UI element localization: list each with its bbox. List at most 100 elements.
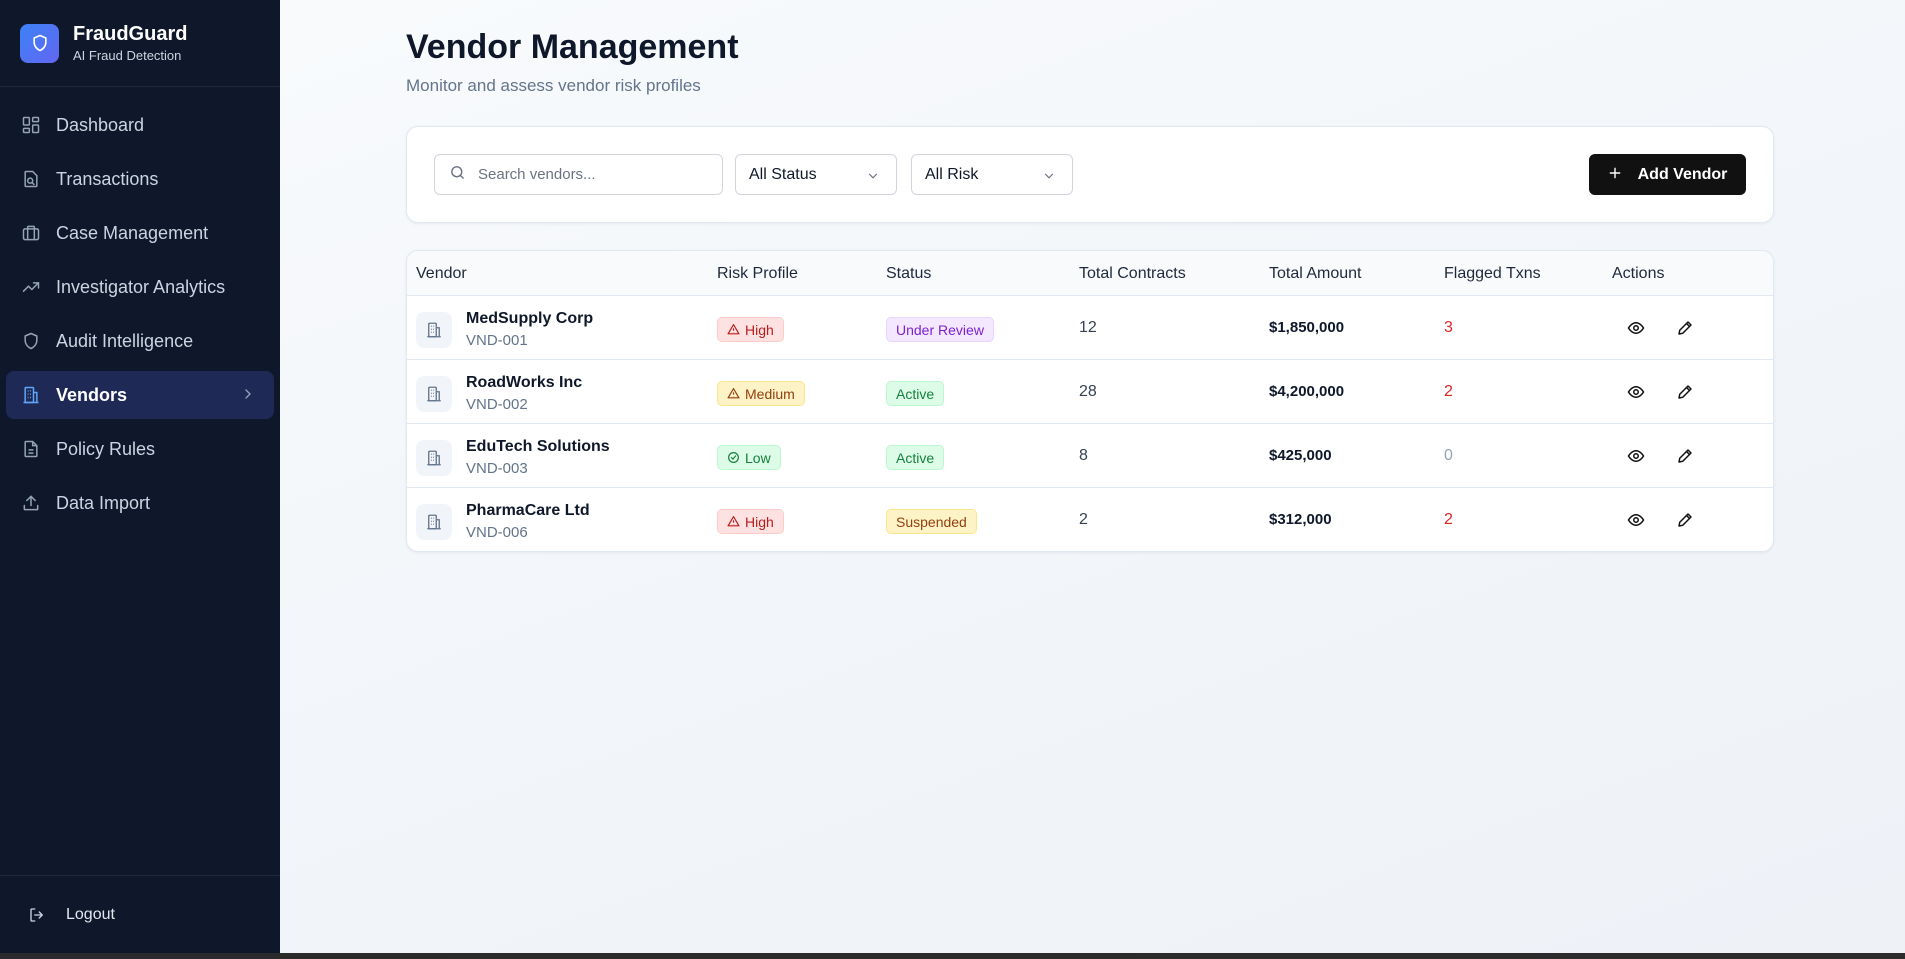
sidebar-item-case-management[interactable]: Case Management xyxy=(6,209,274,257)
edit-pencil-icon[interactable] xyxy=(1675,318,1695,338)
column-header-status[interactable]: Status xyxy=(886,265,931,283)
page-title: Vendor Management xyxy=(406,28,739,66)
building-icon xyxy=(416,503,452,540)
sidebar-item-label: Case Management xyxy=(56,222,209,243)
building-icon xyxy=(416,439,452,476)
total-amount: $425,000 xyxy=(1269,447,1332,464)
total-amount: $4,200,000 xyxy=(1269,383,1345,400)
plus-icon xyxy=(1608,163,1622,186)
sidebar-item-label: Data Import xyxy=(56,492,151,513)
risk-label: High xyxy=(745,513,774,530)
chevron-right-icon xyxy=(240,386,256,407)
risk-label: Low xyxy=(745,449,771,466)
column-header-total-amount[interactable]: Total Amount xyxy=(1269,265,1362,283)
upload-icon xyxy=(20,492,42,514)
shield-logo-icon xyxy=(20,23,59,63)
total-contracts: 12 xyxy=(1079,319,1097,336)
total-contracts: 2 xyxy=(1079,511,1088,528)
search-input[interactable] xyxy=(478,166,708,183)
briefcase-icon xyxy=(20,222,42,244)
edit-pencil-icon[interactable] xyxy=(1675,510,1695,530)
sidebar-item-dashboard[interactable]: Dashboard xyxy=(6,101,274,149)
view-eye-icon[interactable] xyxy=(1626,510,1646,530)
sidebar-item-transactions[interactable]: Transactions xyxy=(6,155,274,203)
table-row[interactable]: EduTech Solutions VND-003 Low Active 8 $… xyxy=(407,424,1773,488)
vendor-name: MedSupply Corp xyxy=(466,310,594,327)
status-filter-value: All Status xyxy=(749,165,817,183)
total-contracts: 28 xyxy=(1079,383,1097,400)
view-eye-icon[interactable] xyxy=(1626,382,1646,402)
sidebar-item-audit-intelligence[interactable]: Audit Intelligence xyxy=(6,317,274,365)
view-eye-icon[interactable] xyxy=(1626,318,1646,338)
main-content: Vendor Management Monitor and assess ven… xyxy=(280,0,1905,953)
sidebar-item-investigator-analytics[interactable]: Investigator Analytics xyxy=(6,263,274,311)
table-header: Vendor Risk Profile Status Total Contrac… xyxy=(407,251,1773,296)
column-header-vendor[interactable]: Vendor xyxy=(416,265,467,283)
vendor-cell: MedSupply Corp VND-001 xyxy=(416,310,593,349)
trending-up-icon xyxy=(20,276,42,298)
app-tagline: AI Fraud Detection xyxy=(73,48,182,63)
total-amount: $1,850,000 xyxy=(1269,319,1345,336)
vendor-id: VND-003 xyxy=(466,460,528,477)
sidebar-item-label: Vendors xyxy=(56,384,128,405)
vendor-cell: EduTech Solutions VND-003 xyxy=(416,438,610,477)
logout-button[interactable]: Logout xyxy=(0,875,280,953)
risk-filter-value: All Risk xyxy=(925,165,979,183)
search-box xyxy=(434,154,723,195)
page-subtitle: Monitor and assess vendor risk profiles xyxy=(406,76,701,95)
add-vendor-button[interactable]: Add Vendor xyxy=(1589,154,1746,195)
sidebar-item-label: Dashboard xyxy=(56,114,145,135)
column-header-actions: Actions xyxy=(1612,265,1665,282)
flagged-txns: 0 xyxy=(1444,447,1453,464)
total-amount: $312,000 xyxy=(1269,511,1332,528)
risk-badge: High xyxy=(717,317,784,342)
file-search-icon xyxy=(20,168,42,190)
risk-filter-select[interactable]: All Risk xyxy=(911,154,1073,195)
chevron-down-icon xyxy=(1042,169,1056,188)
sidebar-item-policy-rules[interactable]: Policy Rules xyxy=(6,425,274,473)
search-icon xyxy=(449,164,466,186)
risk-label: Medium xyxy=(745,385,795,402)
sidebar-item-label: Audit Intelligence xyxy=(56,330,194,351)
vendor-name: EduTech Solutions xyxy=(466,438,610,455)
filter-bar: All Status All Risk Add Vendor xyxy=(406,126,1774,223)
vendor-table: Vendor Risk Profile Status Total Contrac… xyxy=(406,250,1774,552)
edit-pencil-icon[interactable] xyxy=(1675,446,1695,466)
vendor-name: RoadWorks Inc xyxy=(466,374,583,391)
vendor-cell: PharmaCare Ltd VND-006 xyxy=(416,502,590,541)
view-eye-icon[interactable] xyxy=(1626,446,1646,466)
status-badge: Active xyxy=(886,381,945,406)
risk-label: High xyxy=(745,321,774,338)
flagged-txns: 2 xyxy=(1444,511,1453,528)
building-icon xyxy=(416,375,452,412)
sidebar-item-vendors[interactable]: Vendors xyxy=(6,371,274,419)
vendor-name: PharmaCare Ltd xyxy=(466,502,590,519)
alert-triangle-icon xyxy=(727,515,740,528)
vendor-id: VND-001 xyxy=(466,332,528,349)
dashboard-icon xyxy=(20,114,42,136)
status-badge: Active xyxy=(886,445,945,470)
sidebar-item-label: Policy Rules xyxy=(56,438,156,459)
building-icon xyxy=(416,311,452,348)
column-header-risk-profile[interactable]: Risk Profile xyxy=(717,265,798,283)
risk-badge: High xyxy=(717,509,784,534)
table-row[interactable]: MedSupply Corp VND-001 High Under Review… xyxy=(407,296,1773,360)
sidebar: FraudGuard AI Fraud Detection Dashboard … xyxy=(0,0,280,953)
chevron-down-icon xyxy=(866,169,880,188)
sidebar-item-data-import[interactable]: Data Import xyxy=(6,479,274,527)
total-contracts: 8 xyxy=(1079,447,1088,464)
table-row[interactable]: PharmaCare Ltd VND-006 High Suspended 2 … xyxy=(407,488,1773,551)
table-row[interactable]: RoadWorks Inc VND-002 Medium Active 28 $… xyxy=(407,360,1773,424)
app-window: FraudGuard AI Fraud Detection Dashboard … xyxy=(0,0,1905,953)
column-header-total-contracts[interactable]: Total Contracts xyxy=(1079,265,1186,283)
sidebar-nav: Dashboard Transactions Case Management I… xyxy=(0,87,280,527)
flagged-txns: 3 xyxy=(1444,319,1453,336)
status-filter-select[interactable]: All Status xyxy=(735,154,897,195)
logout-label: Logout xyxy=(66,905,115,923)
sidebar-item-label: Investigator Analytics xyxy=(56,276,226,297)
edit-pencil-icon[interactable] xyxy=(1675,382,1695,402)
column-header-flagged-txns[interactable]: Flagged Txns xyxy=(1444,265,1541,283)
sidebar-item-label: Transactions xyxy=(56,168,159,189)
vendor-id: VND-006 xyxy=(466,524,528,541)
brand: FraudGuard AI Fraud Detection xyxy=(0,0,280,87)
